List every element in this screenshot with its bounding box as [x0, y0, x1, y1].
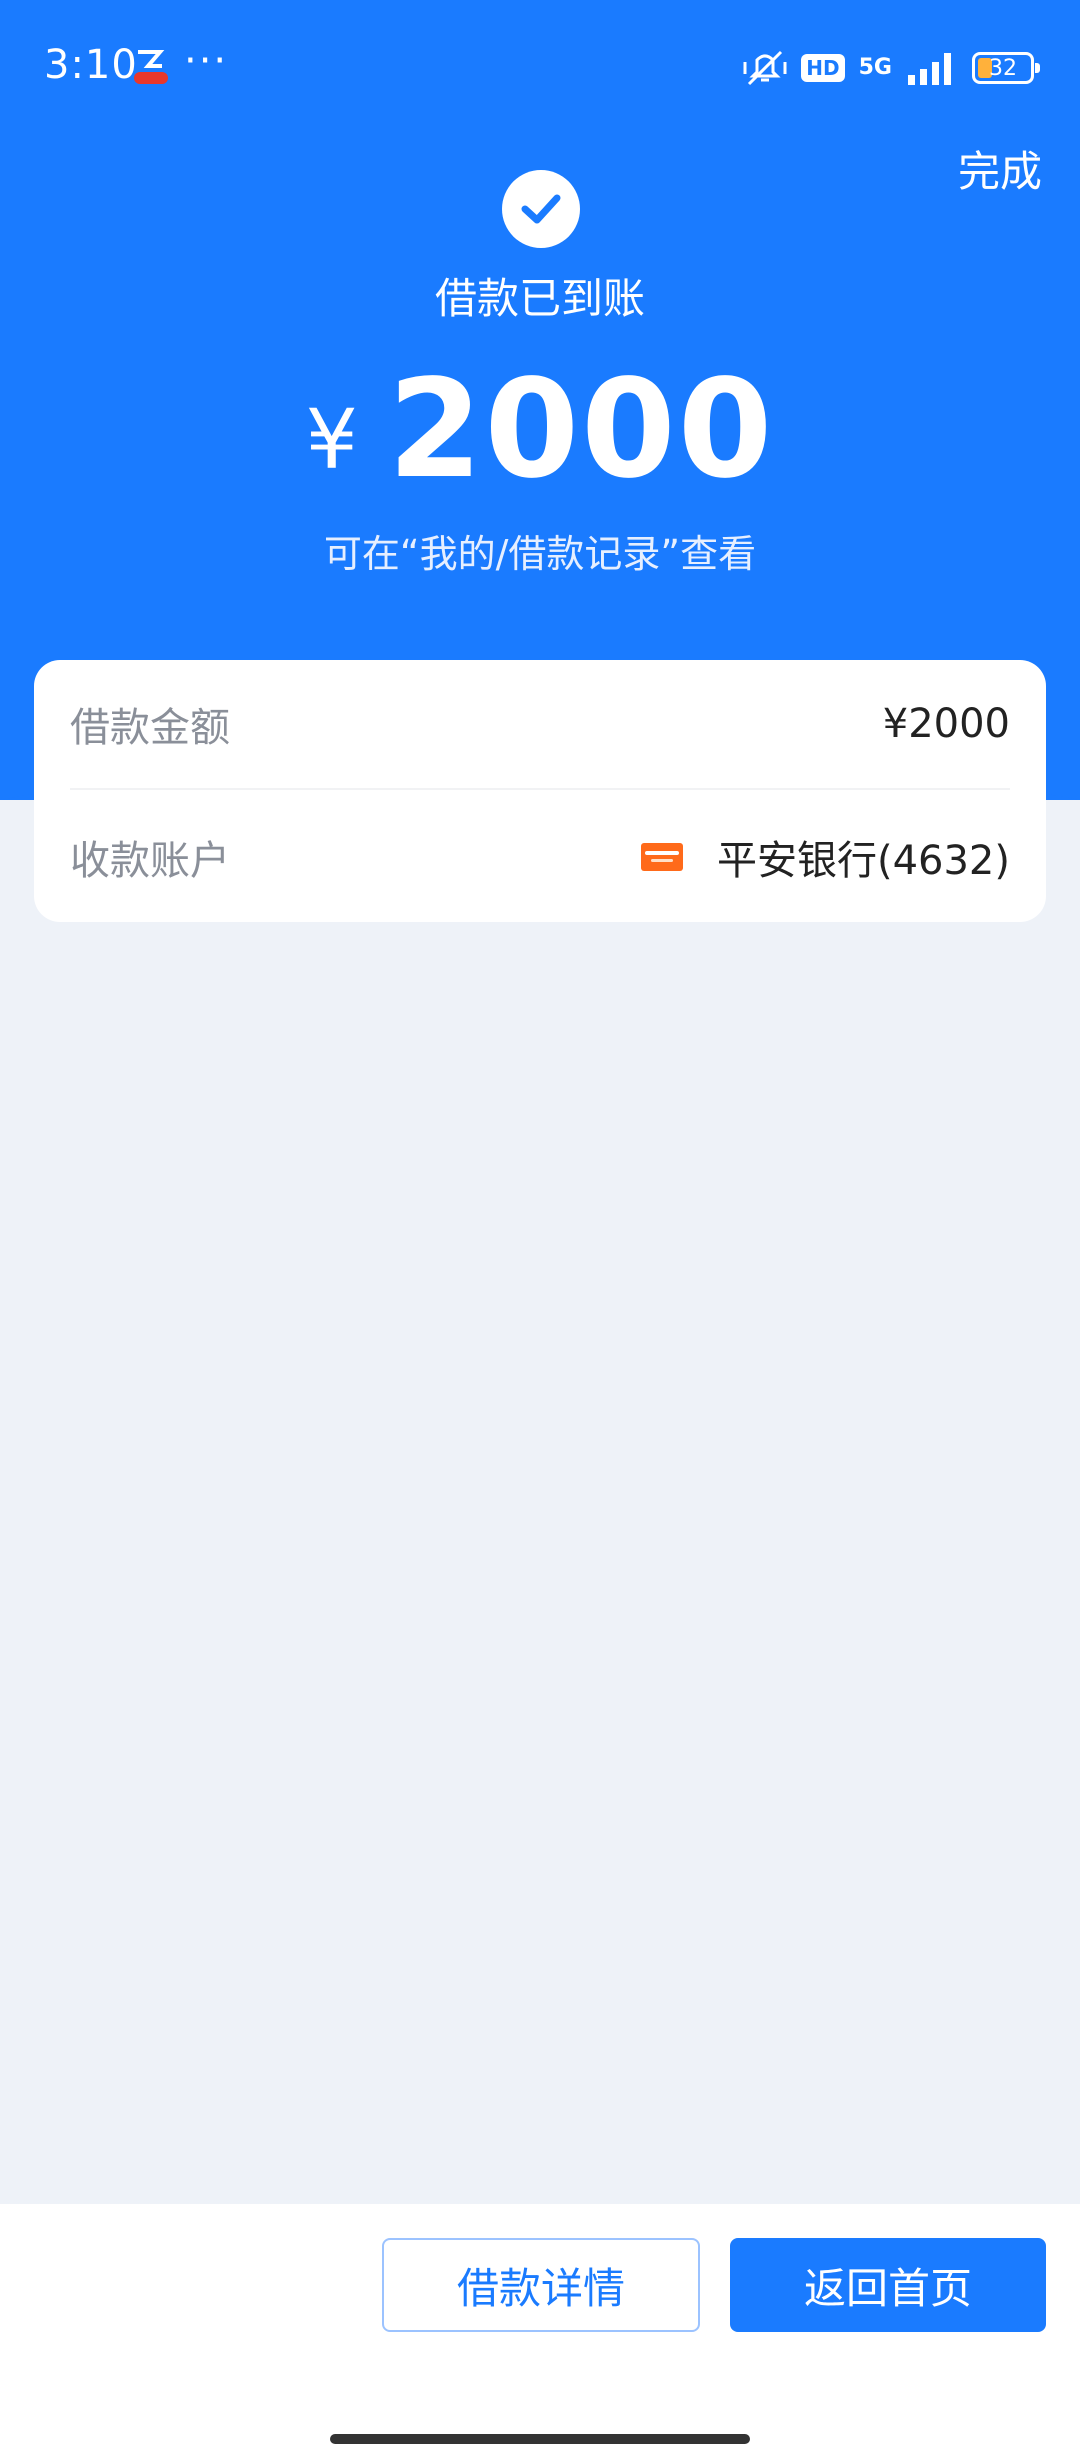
loan-amount-row: 借款金额 ¥2000	[70, 660, 1010, 790]
battery-icon: 32	[972, 52, 1040, 84]
status-bar: 3:10 ··· HD 5G 32	[0, 0, 1080, 140]
amount-currency: ¥	[305, 393, 358, 488]
status-time: 3:10	[44, 42, 138, 88]
signal-bars-icon	[908, 53, 951, 85]
status-more-dots: ···	[184, 38, 229, 84]
success-title: 借款已到账	[434, 274, 645, 323]
hd-badge: HD	[801, 54, 845, 82]
receive-account-label: 收款账户	[70, 838, 230, 884]
mute-vibrate-icon	[743, 50, 787, 86]
app-notification-icon	[134, 50, 168, 84]
loan-info-card: 借款金额 ¥2000 收款账户 平安银行(4632)	[34, 660, 1046, 922]
amount-display: ¥ 2000	[0, 360, 1080, 500]
status-right-group: HD 5G 32	[743, 48, 1040, 88]
loan-detail-button[interactable]: 借款详情	[382, 2238, 700, 2332]
loan-amount-label: 借款金额	[70, 705, 230, 751]
receive-account-value: 平安银行(4632)	[716, 838, 1010, 884]
bank-logo-icon	[640, 843, 683, 871]
loan-success-screen: 3:10 ··· HD 5G 32 完成 借款已到账 ¥ 2000 可在“我的/…	[0, 0, 1080, 2460]
done-button[interactable]: 完成	[958, 138, 1042, 199]
receive-account-row: 收款账户 平安银行(4632)	[70, 792, 1010, 922]
receive-account: 平安银行(4632)	[640, 828, 1010, 886]
check-circle-icon	[502, 170, 580, 248]
loan-amount-value: ¥2000	[882, 701, 1010, 747]
amount-value: 2000	[387, 351, 775, 509]
battery-level: 32	[989, 55, 1017, 81]
check-mark-icon	[521, 194, 561, 224]
home-indicator[interactable]	[330, 2434, 750, 2444]
record-hint: 可在“我的/借款记录”查看	[323, 532, 757, 576]
bottom-action-bar: 借款详情 返回首页	[0, 2204, 1080, 2460]
back-home-button[interactable]: 返回首页	[730, 2238, 1046, 2332]
network-label: 5G	[858, 55, 892, 80]
